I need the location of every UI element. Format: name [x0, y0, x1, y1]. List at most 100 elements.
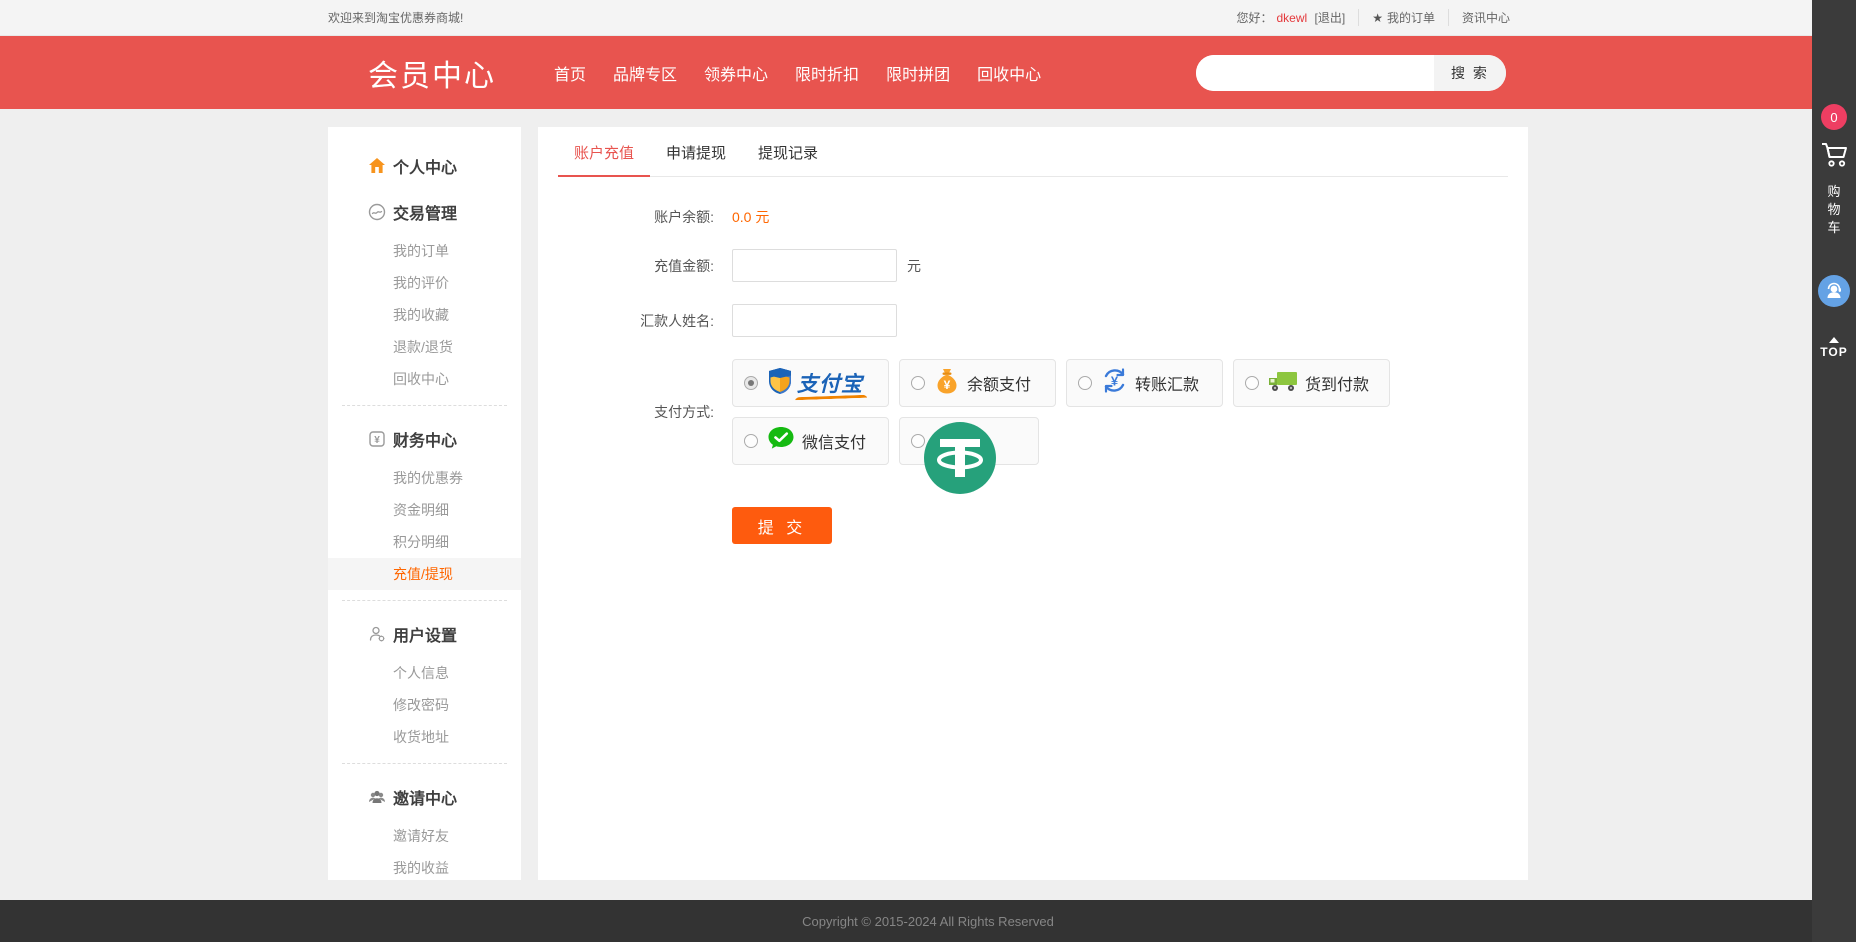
welcome-text: 欢迎来到淘宝优惠券商城!	[328, 9, 463, 26]
search-button[interactable]: 搜 索	[1434, 55, 1506, 91]
svg-text:¥: ¥	[1111, 374, 1119, 389]
sidebar-item-my-favorites[interactable]: 我的收藏	[328, 299, 521, 331]
money-bag-icon: ¥	[934, 367, 960, 400]
truck-icon	[1268, 369, 1298, 398]
radio-balance[interactable]	[911, 376, 925, 390]
site-logo[interactable]: 会员中心	[368, 51, 496, 95]
footer: Copyright © 2015-2024 All Rights Reserve…	[0, 900, 1856, 942]
alipay-logo-text: 支付宝	[797, 368, 863, 398]
nav-home[interactable]: 首页	[554, 61, 586, 85]
cart-label-char: 购	[1827, 183, 1840, 201]
cart-label-char: 物	[1827, 201, 1840, 219]
sidebar-item-invite-friends[interactable]: 邀请好友	[328, 820, 521, 852]
nav-recycle-center[interactable]: 回收中心	[977, 61, 1041, 85]
main-nav: 首页 品牌专区 领券中心 限时折扣 限时拼团 回收中心	[554, 61, 1068, 85]
my-orders-link[interactable]: ★ 我的订单	[1358, 9, 1448, 26]
balance-value: 0.0 元	[732, 207, 769, 227]
sidebar-item-points-details[interactable]: 积分明细	[328, 526, 521, 558]
topbar: 欢迎来到淘宝优惠券商城! 您好： dkewl [退出] ★ 我的订单 资讯中心	[0, 0, 1856, 36]
my-orders-label: 我的订单	[1387, 11, 1435, 25]
logout-link[interactable]: [退出]	[1315, 11, 1346, 25]
news-center-link[interactable]: 资讯中心	[1448, 9, 1528, 26]
payment-tile-alipay[interactable]: 支付宝	[732, 359, 889, 407]
sidebar-item-refund-return[interactable]: 退款/退货	[328, 331, 521, 363]
sidebar-item-invite-center[interactable]: 邀请中心	[328, 774, 521, 820]
bank-transfer-icon: ¥	[1101, 367, 1128, 399]
home-icon	[367, 157, 386, 176]
tab-apply-withdraw[interactable]: 申请提现	[650, 127, 742, 177]
payment-tile-wechat[interactable]: 微信支付	[732, 417, 889, 465]
cart-label-char: 车	[1827, 219, 1840, 237]
customer-service-button[interactable]	[1818, 275, 1850, 307]
amount-label: 充值金额:	[558, 256, 714, 276]
back-to-top-button[interactable]: TOP	[1820, 337, 1847, 359]
tab-withdraw-records[interactable]: 提现记录	[742, 127, 834, 177]
sidebar-section-label: 用户设置	[393, 622, 457, 646]
payment-methods: 支付宝 ¥ 余额支付 ¥	[732, 359, 1432, 465]
star-icon: ★	[1372, 11, 1383, 25]
nav-group-buy[interactable]: 限时拼团	[886, 61, 950, 85]
sidebar-item-my-earnings[interactable]: 我的收益	[328, 852, 521, 884]
main-panel: 账户充值 申请提现 提现记录 账户余额: 0.0 元 充值金额: 元 汇款人姓名…	[538, 127, 1528, 880]
tether-usdt-icon	[924, 422, 996, 494]
nav-flash-discount[interactable]: 限时折扣	[795, 61, 859, 85]
submit-button[interactable]: 提 交	[732, 507, 832, 544]
payment-label: 余额支付	[967, 371, 1031, 395]
radio-usdt[interactable]	[911, 434, 925, 448]
greeting-prefix: 您好：	[1236, 11, 1272, 25]
payment-label: 微信支付	[802, 429, 866, 453]
top-label: TOP	[1820, 345, 1847, 359]
sidebar-section-label: 个人中心	[393, 154, 457, 178]
sidebar-item-my-orders[interactable]: 我的订单	[328, 235, 521, 267]
sidebar-section-label: 交易管理	[393, 200, 457, 224]
yuan-square-icon: ¥	[367, 430, 386, 449]
search-input[interactable]	[1196, 55, 1434, 91]
payment-label: 转账汇款	[1135, 371, 1199, 395]
alipay-shield-icon	[767, 367, 793, 400]
sidebar-item-change-password[interactable]: 修改密码	[328, 689, 521, 721]
recharge-form: 账户余额: 0.0 元 充值金额: 元 汇款人姓名: 支付方式:	[558, 177, 1508, 544]
balance-label: 账户余额:	[558, 207, 714, 227]
radio-alipay[interactable]	[744, 376, 758, 390]
sidebar: 个人中心 交易管理 我的订单 我的评价 我的收藏 退款/退货 回收中心 ¥ 财务…	[328, 127, 521, 880]
sidebar-item-my-reviews[interactable]: 我的评价	[328, 267, 521, 299]
sidebar-item-trade-management[interactable]: 交易管理	[328, 189, 521, 235]
search-box: 搜 索	[1196, 55, 1506, 91]
payer-name-input[interactable]	[732, 304, 897, 337]
payment-tile-balance[interactable]: ¥ 余额支付	[899, 359, 1056, 407]
sidebar-item-recycle-center[interactable]: 回收中心	[328, 363, 521, 395]
cart-count-badge: 0	[1821, 104, 1847, 130]
divider	[342, 763, 507, 764]
sidebar-item-fund-details[interactable]: 资金明细	[328, 494, 521, 526]
username-link[interactable]: dkewl	[1277, 11, 1308, 25]
sidebar-item-recharge-withdraw[interactable]: 充值/提现	[328, 558, 521, 590]
nav-coupon-center[interactable]: 领券中心	[704, 61, 768, 85]
nav-brand-zone[interactable]: 品牌专区	[613, 61, 677, 85]
amount-input[interactable]	[732, 249, 897, 282]
radio-bank-transfer[interactable]	[1078, 376, 1092, 390]
group-icon	[367, 788, 386, 807]
amount-unit: 元	[907, 256, 921, 276]
sidebar-item-shipping-address[interactable]: 收货地址	[328, 721, 521, 753]
payer-name-label: 汇款人姓名:	[558, 311, 714, 331]
sidebar-section-label: 邀请中心	[393, 785, 457, 809]
svg-text:¥: ¥	[944, 378, 951, 392]
sidebar-item-finance-center[interactable]: ¥ 财务中心	[328, 416, 521, 462]
sidebar-item-personal-info[interactable]: 个人信息	[328, 657, 521, 689]
shopping-cart-icon[interactable]	[1819, 140, 1849, 175]
sidebar-item-personal-center[interactable]: 个人中心	[328, 143, 521, 189]
up-arrow-icon	[1829, 337, 1839, 343]
copyright-text: Copyright © 2015-2024 All Rights Reserve…	[802, 914, 1054, 929]
payment-tile-usdt[interactable]	[899, 417, 1039, 465]
divider	[342, 600, 507, 601]
divider	[342, 405, 507, 406]
radio-wechat[interactable]	[744, 434, 758, 448]
payment-tile-cod[interactable]: 货到付款	[1233, 359, 1390, 407]
sidebar-section-label: 财务中心	[393, 427, 457, 451]
sidebar-item-my-coupons[interactable]: 我的优惠券	[328, 462, 521, 494]
payment-tile-bank-transfer[interactable]: ¥ 转账汇款	[1066, 359, 1223, 407]
radio-cod[interactable]	[1245, 376, 1259, 390]
sidebar-item-user-settings[interactable]: 用户设置	[328, 611, 521, 657]
tab-account-recharge[interactable]: 账户充值	[558, 127, 650, 177]
user-greeting: 您好： dkewl [退出]	[1223, 9, 1358, 26]
